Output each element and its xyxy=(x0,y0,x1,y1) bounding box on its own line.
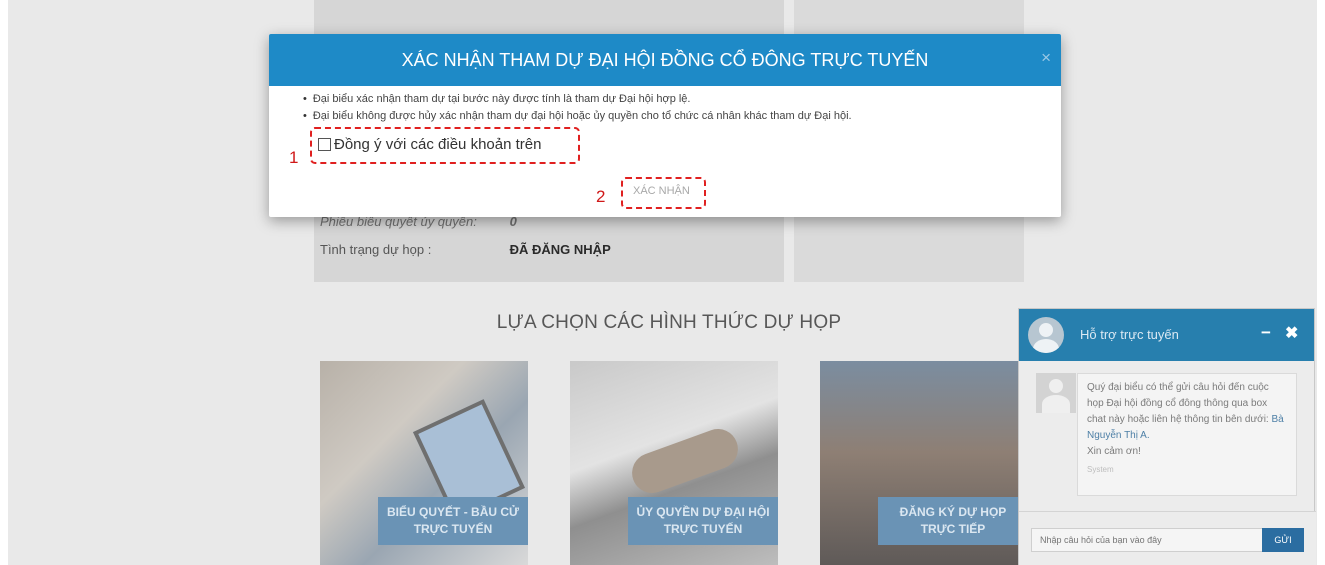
modal-header: XÁC NHẬN THAM DỰ ĐẠI HỘI ĐỒNG CỔ ĐÔNG TR… xyxy=(269,34,1061,86)
chat-message: Quý đại biểu có thể gửi câu hỏi đến cuộc… xyxy=(1077,373,1297,496)
message-thanks: Xin cảm ơn! xyxy=(1087,446,1141,457)
send-button[interactable]: GỬI xyxy=(1262,528,1304,552)
annotation-box-1 xyxy=(310,127,580,164)
message-sender: System xyxy=(1087,465,1114,474)
minimize-icon[interactable]: − xyxy=(1261,323,1271,343)
confirm-attendance-modal: XÁC NHẬN THAM DỰ ĐẠI HỘI ĐỒNG CỔ ĐÔNG TR… xyxy=(269,34,1061,217)
system-avatar xyxy=(1036,373,1076,413)
annotation-number-2: 2 xyxy=(596,187,606,206)
close-icon[interactable]: ✖ xyxy=(1285,323,1298,343)
info-row-status: Tình trạng dự họp : ĐÃ ĐĂNG NHẬP xyxy=(320,242,611,257)
chat-input-row: GỬI xyxy=(1019,511,1316,565)
terms-item: Đại biểu không được hủy xác nhận tham dự… xyxy=(303,108,852,125)
option-label[interactable]: ĐĂNG KÝ DỰ HỌP TRỰC TIẾP xyxy=(878,497,1028,545)
support-avatar xyxy=(1028,317,1064,353)
chat-title: Hỗ trợ trực tuyến xyxy=(1080,327,1179,342)
modal-body: Đại biểu xác nhận tham dự tại bước này đ… xyxy=(269,86,1061,217)
status-value: ĐÃ ĐĂNG NHẬP xyxy=(509,242,611,257)
support-chat-widget: Hỗ trợ trực tuyến − ✖ Quý đại biểu có th… xyxy=(1018,308,1316,565)
option-in-person[interactable]: ĐĂNG KÝ DỰ HỌP TRỰC TIẾP xyxy=(820,361,1028,565)
chat-message-input[interactable] xyxy=(1031,528,1263,552)
annotation-box-2 xyxy=(621,177,706,209)
chat-header: Hỗ trợ trực tuyến − ✖ xyxy=(1019,309,1314,361)
option-online-voting[interactable]: BIỂU QUYẾT - BẦU CỬ TRỰC TUYẾN xyxy=(320,361,528,565)
modal-title: XÁC NHẬN THAM DỰ ĐẠI HỘI ĐỒNG CỔ ĐÔNG TR… xyxy=(401,49,929,70)
section-title: LỰA CHỌN CÁC HÌNH THỨC DỰ HỌP xyxy=(496,312,842,333)
close-icon[interactable]: × xyxy=(1041,48,1051,68)
option-label[interactable]: BIỂU QUYẾT - BẦU CỬ TRỰC TUYẾN xyxy=(378,497,528,545)
option-online-proxy[interactable]: ỦY QUYỀN DỰ ĐẠI HỘI TRỰC TUYẾN xyxy=(570,361,778,565)
option-label[interactable]: ỦY QUYỀN DỰ ĐẠI HỘI TRỰC TUYẾN xyxy=(628,497,778,545)
annotation-number-1: 1 xyxy=(289,148,299,167)
info-label: Tình trạng dự họp : xyxy=(320,242,432,257)
terms-item: Đại biểu xác nhận tham dự tại bước này đ… xyxy=(303,91,852,108)
message-text: Quý đại biểu có thể gửi câu hỏi đến cuộc… xyxy=(1087,382,1272,425)
terms-list: Đại biểu xác nhận tham dự tại bước này đ… xyxy=(303,91,852,125)
